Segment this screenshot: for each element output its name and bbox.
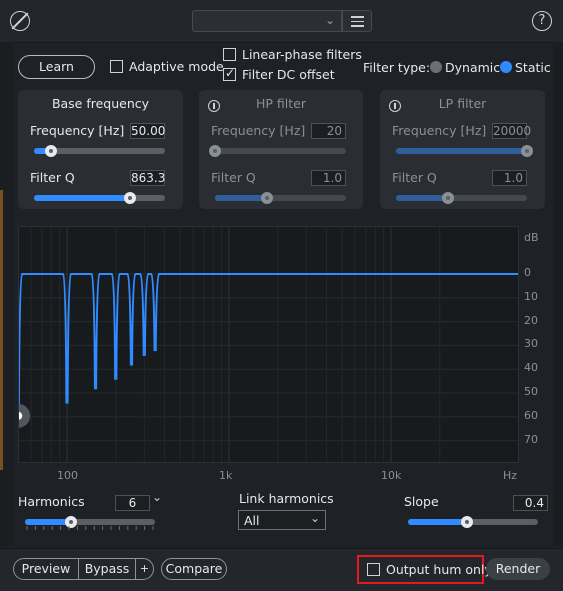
base-q-slider-handle[interactable] [123, 192, 136, 204]
db-unit-label: dB [524, 231, 539, 244]
frequency-tick-label: 1k [219, 469, 233, 482]
hz-unit-label: Hz [503, 469, 518, 482]
linear-phase-label: Linear-phase filters [242, 47, 362, 62]
adaptive-mode-checkbox[interactable] [110, 60, 123, 73]
frequency-axis: Hz 100 1k 10k [18, 464, 553, 482]
output-hum-only-checkbox[interactable] [367, 563, 380, 576]
hp-frequency-value[interactable]: 20 [311, 123, 346, 139]
hp-frequency-label: Frequency [Hz] [211, 123, 306, 138]
lp-filter-title: LP filter [438, 96, 487, 111]
hp-frequency-slider[interactable] [209, 145, 346, 157]
base-frequency-title: Base frequency [51, 96, 150, 111]
slope-label: Slope [404, 494, 439, 509]
slope-slider[interactable] [408, 516, 538, 528]
harmonics-value[interactable]: 6 [115, 495, 150, 511]
base-frequency-slider[interactable] [34, 145, 165, 157]
lp-q-label: Filter Q [392, 170, 437, 185]
db-tick-label: 0 [524, 266, 531, 279]
db-tick-label: 50 [524, 385, 538, 398]
filter-type-static-label: Static [515, 60, 551, 75]
adaptive-mode-label: Adaptive mode [129, 59, 224, 74]
bypass-button[interactable]: Bypass [78, 558, 136, 580]
base-frequency-slider-handle[interactable] [45, 145, 58, 157]
db-tick-label: 60 [524, 408, 538, 422]
compare-button[interactable]: Compare [161, 558, 227, 580]
db-tick-label: 70 [524, 432, 538, 446]
lp-q-slider[interactable] [396, 192, 527, 204]
lp-q-value[interactable]: 1.0 [492, 170, 527, 186]
db-axis: dB 0 10 20 30 40 50 60 70 [520, 226, 553, 463]
db-tick-label: 20 [524, 313, 538, 327]
lp-q-slider-handle[interactable] [442, 192, 455, 204]
linear-phase-checkbox[interactable] [223, 48, 236, 61]
hp-q-label: Filter Q [211, 170, 256, 185]
help-icon[interactable]: ? [532, 11, 552, 31]
hp-filter-title: HP filter [256, 96, 306, 111]
base-frequency-value[interactable]: 50.00 [130, 123, 165, 139]
hp-q-slider-handle[interactable] [261, 192, 274, 204]
base-q-label: Filter Q [30, 170, 75, 185]
harmonics-slider[interactable] [25, 516, 155, 528]
base-frequency-panel: Base frequency Frequency [Hz] 50.00 Filt… [18, 90, 183, 209]
harmonics-ticks [26, 526, 154, 530]
right-edge [553, 42, 563, 546]
harmonics-label: Harmonics [18, 494, 85, 509]
output-hum-only-label: Output hum only [386, 562, 492, 577]
left-edge-accent [0, 190, 3, 470]
lp-frequency-value[interactable]: 20000 [492, 123, 531, 139]
preview-button[interactable]: Preview [13, 558, 79, 580]
hp-filter-panel: HP filter Frequency [Hz] 20 Filter Q 1.0 [199, 90, 363, 209]
frequency-response-graph[interactable] [18, 226, 519, 463]
slope-value[interactable]: 0.4 [513, 495, 548, 511]
lp-frequency-slider-handle[interactable] [521, 145, 533, 157]
preset-menu-button[interactable] [342, 10, 372, 32]
chevron-down-icon: ⌄ [309, 511, 320, 525]
frequency-tick-label: 100 [57, 469, 78, 482]
slope-slider-handle[interactable] [460, 516, 473, 528]
harmonics-chevron-icon[interactable]: ⌄ [152, 490, 162, 504]
module-logo-icon [10, 11, 30, 31]
response-curve-canvas [19, 227, 518, 462]
base-frequency-label: Frequency [Hz] [30, 123, 125, 138]
filter-type-static-radio[interactable] [500, 61, 512, 73]
chevron-down-icon: ⌄ [324, 13, 335, 27]
lp-frequency-slider[interactable] [396, 145, 533, 157]
lp-frequency-label: Frequency [Hz] [392, 123, 487, 138]
db-tick-label: 30 [524, 337, 538, 351]
learn-button[interactable]: Learn [18, 55, 95, 79]
link-harmonics-value: All [244, 513, 260, 528]
link-harmonics-label: Link harmonics [239, 491, 334, 506]
preset-dropdown[interactable]: ⌄ [192, 10, 342, 32]
hp-frequency-slider-handle[interactable] [209, 145, 221, 157]
base-q-value[interactable]: 863.3 [130, 170, 165, 186]
db-tick-label: 40 [524, 361, 538, 375]
filter-type-label: Filter type: [363, 60, 431, 75]
db-tick-label: 10 [524, 289, 538, 303]
filter-dc-offset-checkbox[interactable] [223, 66, 236, 81]
filter-dc-offset-label: Filter DC offset [242, 67, 335, 82]
base-q-slider[interactable] [34, 192, 165, 204]
hp-q-value[interactable]: 1.0 [311, 170, 346, 186]
lp-filter-panel: LP filter Frequency [Hz] 20000 Filter Q … [380, 90, 545, 209]
hp-q-slider[interactable] [215, 192, 346, 204]
filter-type-dynamic-radio[interactable] [430, 61, 442, 73]
render-button[interactable]: Render [486, 558, 550, 580]
frequency-tick-label: 10k [381, 469, 402, 482]
link-harmonics-dropdown[interactable]: All ⌄ [238, 510, 326, 530]
filter-type-dynamic-label: Dynamic [445, 60, 501, 75]
